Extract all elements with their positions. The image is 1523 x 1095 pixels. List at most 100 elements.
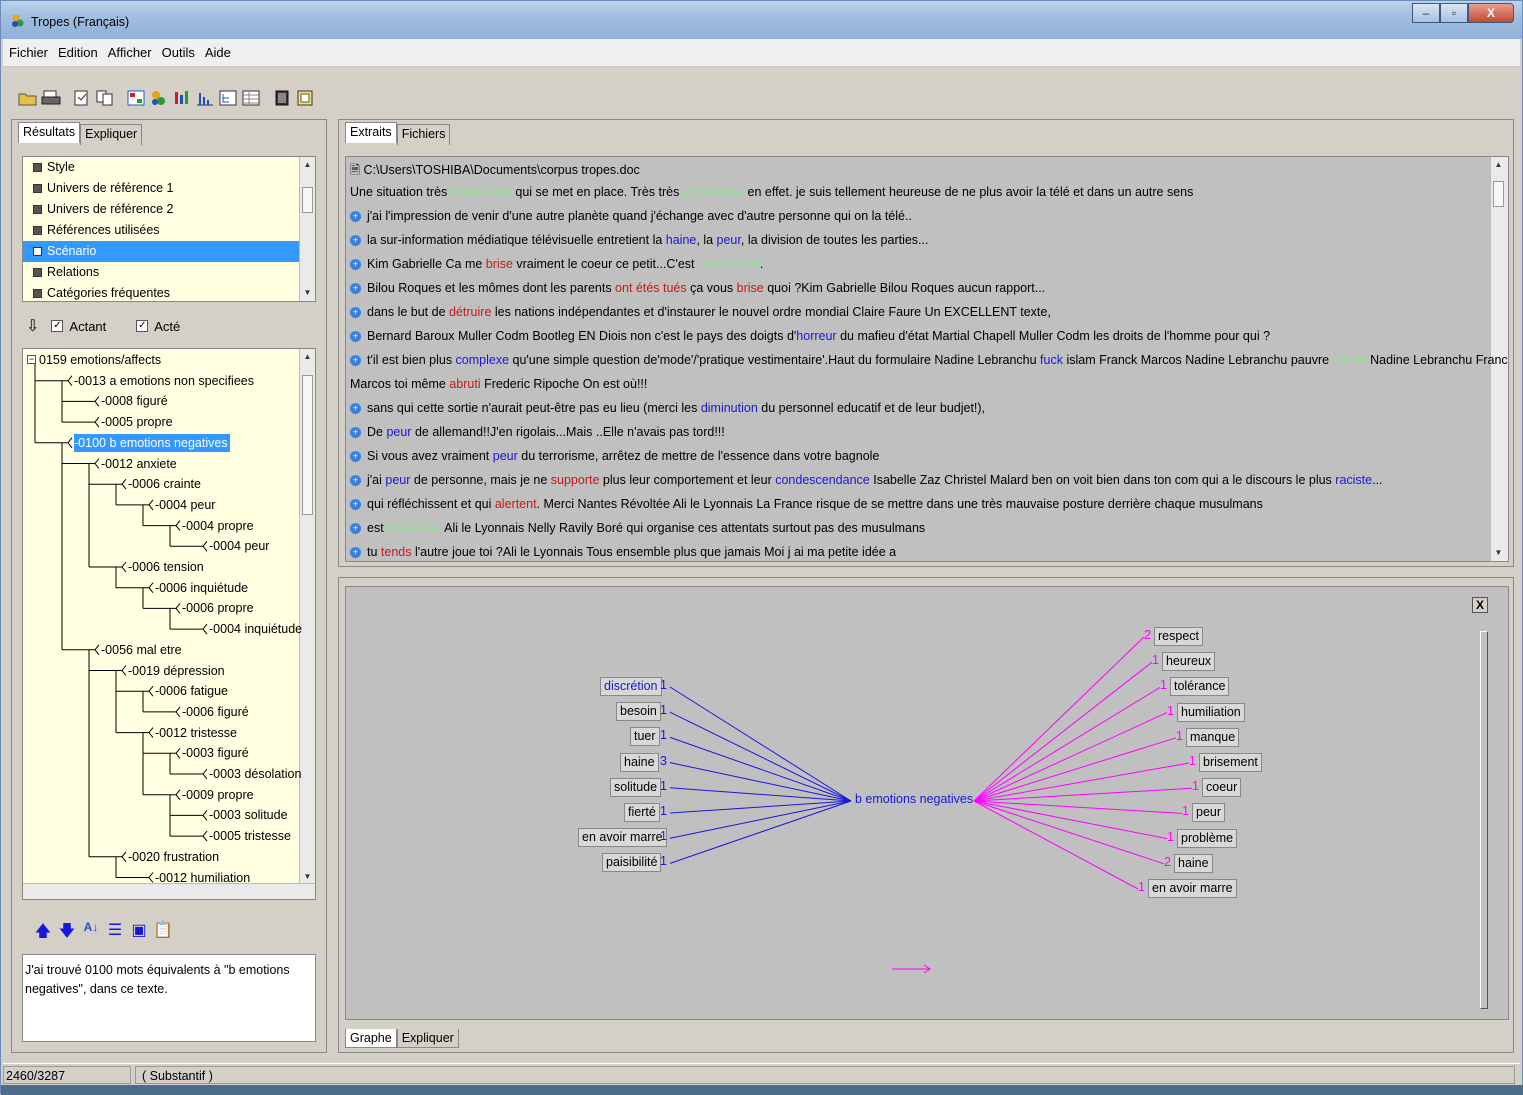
properties-icon[interactable] <box>71 87 93 109</box>
table-icon[interactable] <box>240 87 262 109</box>
scroll-up-icon[interactable]: ▲ <box>300 157 315 173</box>
graph-right-node[interactable]: brisement <box>1199 753 1262 772</box>
graph-right-node[interactable]: en avoir marre <box>1148 879 1237 898</box>
graph-right-node[interactable]: haine <box>1174 853 1213 873</box>
extract-line[interactable]: + la sur-information médiatique télévisue… <box>350 233 928 247</box>
scroll-down-icon[interactable]: ▼ <box>1491 545 1506 561</box>
extract-line[interactable]: + j'ai peur de personne, mais je ne suppo… <box>350 473 1383 487</box>
close-graph-button[interactable]: X <box>1472 597 1488 613</box>
tree-node[interactable]: -0006 propre <box>182 599 254 617</box>
tree-node[interactable]: -0004 inquiétude <box>209 620 302 638</box>
tree-node[interactable]: 0159 emotions/affects <box>39 351 161 369</box>
list-icon[interactable]: ☰ <box>104 920 126 944</box>
plus-bullet-icon[interactable]: + <box>350 427 361 439</box>
tab-resultats[interactable]: Résultats <box>18 122 81 143</box>
move-up-icon[interactable]: 🡅 <box>32 920 54 944</box>
zoom-slider[interactable] <box>1480 631 1488 1009</box>
list-item-categories[interactable]: Catégories fréquentes <box>23 283 315 304</box>
tree-node[interactable]: -0005 tristesse <box>209 827 291 845</box>
book-icon[interactable] <box>271 87 293 109</box>
plus-bullet-icon[interactable]: + <box>350 259 361 271</box>
tree-node[interactable]: -0004 peur <box>209 537 269 555</box>
tree-node[interactable]: -0020 frustration <box>128 848 219 866</box>
tree-node[interactable]: -0005 propre <box>101 413 173 431</box>
tree-node[interactable]: -0012 humiliation <box>155 869 250 887</box>
actant-checkbox[interactable]: ✓ <box>51 320 64 332</box>
graph-left-node[interactable]: besoin <box>616 702 661 722</box>
tree-node[interactable]: -0003 désolation <box>209 765 301 783</box>
tree-node[interactable]: -0004 peur <box>155 496 215 514</box>
extract-line[interactable]: + t'il est bien plus complexe qu'une simp… <box>350 353 1508 367</box>
copy-icon[interactable] <box>94 87 116 109</box>
graph-right-node[interactable]: peur <box>1192 803 1226 823</box>
plus-bullet-icon[interactable]: + <box>350 331 361 343</box>
graph-right-node[interactable]: tolérance <box>1170 677 1230 697</box>
extract-line[interactable]: + De peur de allemand!!J'en rigolais...Ma… <box>350 425 725 439</box>
graph-left-node[interactable]: haine <box>620 752 659 772</box>
tree-node[interactable]: -0006 inquiétude <box>155 579 248 597</box>
list-item-scenario[interactable]: Scénario <box>23 241 315 262</box>
graph-left-node[interactable]: discrétion <box>600 677 662 696</box>
open-folder-icon[interactable] <box>17 87 39 109</box>
graph-center-node[interactable]: b emotions negatives <box>855 792 973 806</box>
tree-icon[interactable] <box>217 87 239 109</box>
clipboard-icon[interactable]: 📋 <box>152 920 174 944</box>
plus-bullet-icon[interactable]: + <box>350 499 361 511</box>
graph-left-node[interactable]: paisibilité <box>602 853 662 873</box>
list-item-univers-1[interactable]: Univers de référence 1 <box>23 178 315 199</box>
extract-line[interactable]: + est inquiétant Ali le Lyonnais Nelly Ra… <box>350 521 925 535</box>
tree-node[interactable]: -0006 fatigue <box>155 682 228 700</box>
plus-bullet-icon[interactable]: + <box>350 235 361 247</box>
tree-node[interactable]: -0019 dépression <box>128 662 225 680</box>
grid-icon[interactable] <box>125 87 147 109</box>
tree-node[interactable]: -0008 figuré <box>101 392 168 410</box>
bars-icon[interactable] <box>171 87 193 109</box>
sort-az-icon[interactable]: A↓ <box>80 920 102 944</box>
extract-line[interactable]: Marcos toi même abruti Frederic Ripoche … <box>350 377 647 391</box>
plus-bullet-icon[interactable]: + <box>350 355 361 367</box>
scroll-thumb[interactable] <box>1493 181 1504 207</box>
tree-node[interactable]: -0003 figuré <box>182 744 249 762</box>
move-down-icon[interactable]: 🡇 <box>56 920 78 944</box>
print-icon[interactable] <box>40 87 62 109</box>
graph-left-node[interactable]: tuer <box>630 727 660 747</box>
scroll-thumb[interactable] <box>302 187 313 213</box>
scroll-thumb[interactable] <box>302 375 313 515</box>
palette-icon[interactable] <box>148 87 170 109</box>
plus-bullet-icon[interactable]: + <box>350 523 361 535</box>
menu-fichier[interactable]: Fichier <box>9 45 48 60</box>
maximize-button[interactable]: ▫ <box>1440 3 1468 23</box>
extract-line[interactable]: + dans le but de détruire les nations ind… <box>350 305 1051 319</box>
plus-bullet-icon[interactable]: + <box>350 283 361 295</box>
extract-line[interactable]: + Bernard Baroux Muller Codm Bootleg EN D… <box>350 329 1270 343</box>
scroll-down-icon[interactable]: ▼ <box>300 285 315 301</box>
tree-node[interactable]: -0100 b emotions negatives <box>74 433 230 452</box>
extract-line[interactable]: + j'ai l'impression de venir d'une autre … <box>350 209 912 223</box>
list-item-relations[interactable]: Relations <box>23 262 315 283</box>
extract-line[interactable]: Une situation très inquiétante qui se me… <box>350 185 1193 199</box>
histogram-icon[interactable] <box>194 87 216 109</box>
results-scrollbar[interactable]: ▲ ▼ <box>299 157 315 301</box>
tree-node[interactable]: -0013 a emotions non specifiees <box>74 372 254 390</box>
tree-node[interactable]: -0056 mal etre <box>101 641 182 659</box>
tree-node[interactable]: -0006 figuré <box>182 703 249 721</box>
tree-node[interactable]: -0006 tension <box>128 558 204 576</box>
collapse-icon[interactable]: − <box>27 355 36 364</box>
tab-extraits[interactable]: Extraits <box>345 122 397 143</box>
graph-left-node[interactable]: fierté <box>624 803 660 822</box>
tab-fichiers[interactable]: Fichiers <box>396 124 451 145</box>
menu-edition[interactable]: Edition <box>58 45 98 60</box>
extract-line[interactable]: + Kim Gabrielle Ca me brise vraiment le c… <box>350 257 763 271</box>
tree-scrollbar[interactable]: ▲ ▼ <box>299 349 315 885</box>
tab-expliquer[interactable]: Expliquer <box>80 124 143 145</box>
extract-line[interactable]: + Si vous avez vraiment peur du terrorism… <box>350 449 879 463</box>
plus-bullet-icon[interactable]: + <box>350 403 361 415</box>
graph-right-node[interactable]: heureux <box>1162 652 1216 672</box>
tree-node[interactable]: -0012 tristesse <box>155 724 237 742</box>
extract-line[interactable]: + sans qui cette sortie n'aurait peut-êtr… <box>350 401 985 415</box>
graph-left-node[interactable]: en avoir marre <box>578 828 667 848</box>
tab-graph-expliquer[interactable]: Expliquer <box>396 1029 459 1048</box>
tab-graphe[interactable]: Graphe <box>345 1029 397 1048</box>
plus-bullet-icon[interactable]: + <box>350 547 361 559</box>
down-arrow-icon[interactable]: ⇩ <box>26 316 39 336</box>
